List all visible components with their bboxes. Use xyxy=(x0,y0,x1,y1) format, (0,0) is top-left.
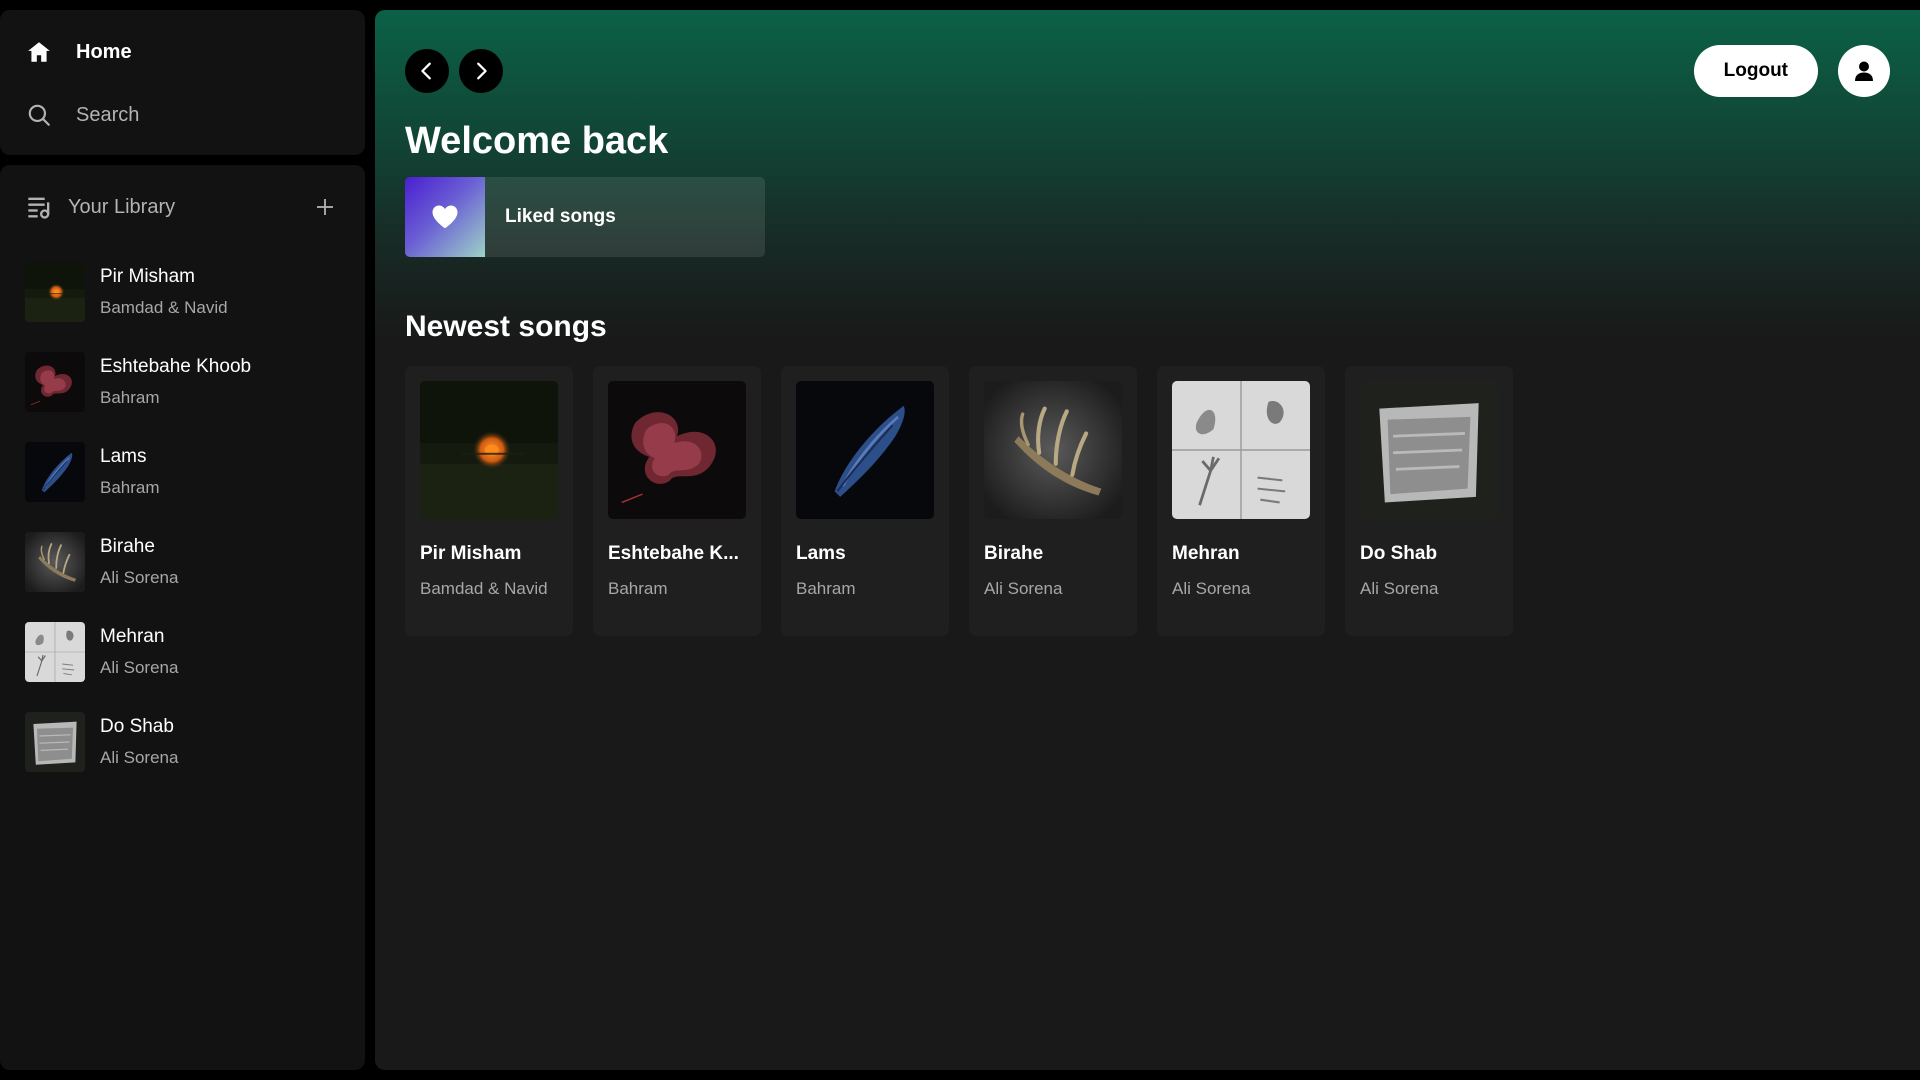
library-item-title: Birahe xyxy=(100,536,155,557)
library-item-title: Mehran xyxy=(100,626,165,647)
library-item-title: Lams xyxy=(100,446,147,467)
album-art xyxy=(25,712,85,772)
library-item[interactable]: Pir Misham Bamdad & Navid xyxy=(0,247,365,337)
album-art xyxy=(796,381,934,519)
song-card-title: Birahe xyxy=(984,543,1044,564)
forward-button[interactable] xyxy=(459,49,503,93)
liked-songs-card[interactable]: Liked songs xyxy=(405,177,765,257)
album-art xyxy=(25,352,85,412)
album-art xyxy=(984,381,1122,519)
song-card-artist: Ali Sorena xyxy=(1172,579,1251,598)
liked-songs-label: Liked songs xyxy=(505,206,616,227)
song-card-artist: Bahram xyxy=(796,579,856,598)
newest-songs-grid: Pir Misham Bamdad & Navid Eshtebahe K...… xyxy=(405,366,1513,636)
library-item[interactable]: Lams Bahram xyxy=(0,427,365,517)
album-art xyxy=(1360,381,1498,519)
section-title-newest: Newest songs xyxy=(405,310,607,343)
add-to-library-button[interactable] xyxy=(311,193,339,221)
song-card[interactable]: Mehran Ali Sorena xyxy=(1157,366,1325,636)
song-card-artist: Ali Sorena xyxy=(984,579,1063,598)
main-content: Logout Welcome back Liked songs Newest s… xyxy=(375,10,1920,1070)
library-item-artist: Bahram xyxy=(100,478,160,497)
library-item-artist: Ali Sorena xyxy=(100,568,179,587)
library-item-title: Pir Misham xyxy=(100,266,196,287)
chevron-right-icon xyxy=(477,62,487,80)
topbar: Logout xyxy=(405,45,1890,97)
library-title: Your Library xyxy=(68,195,176,218)
user-icon xyxy=(1855,61,1873,81)
song-card[interactable]: Do Shab Ali Sorena xyxy=(1345,366,1513,636)
album-art xyxy=(25,262,85,322)
back-button[interactable] xyxy=(405,49,449,93)
chevron-left-icon xyxy=(421,62,431,80)
album-art xyxy=(25,532,85,592)
nav-home[interactable]: Home xyxy=(26,32,339,72)
song-card-title: Pir Misham xyxy=(420,543,522,564)
library-icon xyxy=(28,197,50,219)
album-art xyxy=(608,381,746,519)
library-item[interactable]: Eshtebahe Khoob Bahram xyxy=(0,337,365,427)
library-item-title: Do Shab xyxy=(100,716,174,737)
library-item-artist: Ali Sorena xyxy=(100,748,179,767)
album-art xyxy=(25,622,85,682)
library-item[interactable]: Birahe Ali Sorena xyxy=(0,517,365,607)
nav-search-label: Search xyxy=(76,103,140,126)
plus-icon xyxy=(317,199,333,215)
home-icon xyxy=(28,42,50,62)
song-card[interactable]: Eshtebahe K... Bahram xyxy=(593,366,761,636)
account-controls: Logout xyxy=(1693,45,1890,97)
user-profile-button[interactable] xyxy=(1838,45,1890,97)
liked-songs-art xyxy=(405,177,485,257)
nav-home-label: Home xyxy=(76,40,132,63)
search-icon xyxy=(28,104,50,126)
library-item-artist: Bahram xyxy=(100,388,160,407)
album-art xyxy=(1172,381,1310,519)
song-card[interactable]: Birahe Ali Sorena xyxy=(969,366,1137,636)
history-nav xyxy=(405,49,503,93)
library-item-artist: Bamdad & Navid xyxy=(100,298,228,317)
song-card-title: Lams xyxy=(796,543,846,564)
library-item-artist: Ali Sorena xyxy=(100,658,179,677)
library-header: Your Library xyxy=(0,183,365,231)
nav-search[interactable]: Search xyxy=(26,95,339,135)
song-card[interactable]: Pir Misham Bamdad & Navid xyxy=(405,366,573,636)
song-card-title: Do Shab xyxy=(1360,543,1438,564)
sidebar: Home Search Your Library Pir Misham Bamd… xyxy=(0,10,365,1070)
logout-button[interactable]: Logout xyxy=(1693,45,1818,97)
nav-panel: Home Search xyxy=(0,10,365,155)
heart-icon xyxy=(432,205,458,229)
library-item-title: Eshtebahe Khoob xyxy=(100,356,252,377)
song-card-title: Eshtebahe K... xyxy=(608,543,739,564)
page-title: Welcome back xyxy=(405,120,669,162)
song-card-artist: Bahram xyxy=(608,579,668,598)
album-art xyxy=(420,381,558,519)
song-card-artist: Bamdad & Navid xyxy=(420,579,548,598)
library-item[interactable]: Do Shab Ali Sorena xyxy=(0,697,365,787)
library-panel: Your Library Pir Misham Bamdad & Navid E… xyxy=(0,165,365,1070)
song-card-title: Mehran xyxy=(1172,543,1240,564)
album-art xyxy=(25,442,85,502)
library-item[interactable]: Mehran Ali Sorena xyxy=(0,607,365,697)
library-toggle[interactable]: Your Library xyxy=(26,193,175,221)
song-card[interactable]: Lams Bahram xyxy=(781,366,949,636)
song-card-artist: Ali Sorena xyxy=(1360,579,1439,598)
